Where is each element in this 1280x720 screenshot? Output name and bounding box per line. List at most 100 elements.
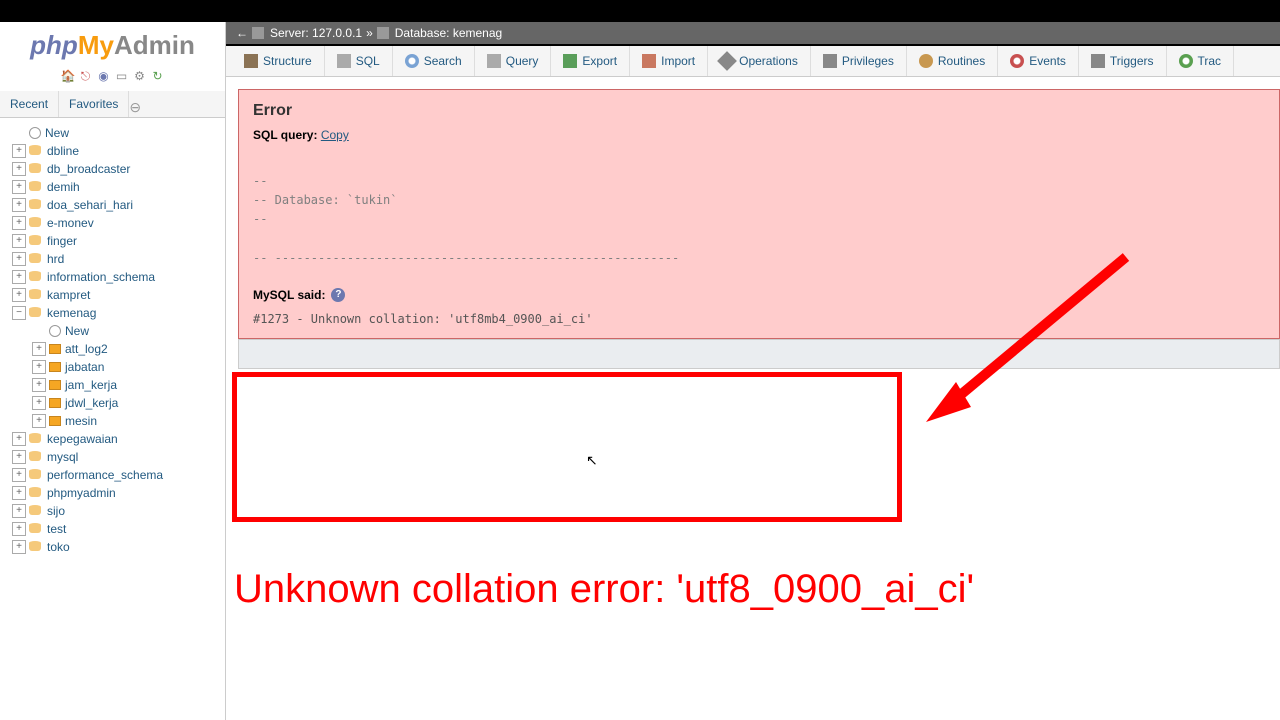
expand-icon[interactable]: + (12, 252, 26, 266)
new-table-icon (49, 325, 61, 337)
expand-icon[interactable]: + (12, 486, 26, 500)
expand-icon[interactable]: + (12, 450, 26, 464)
expand-icon[interactable]: + (32, 360, 46, 374)
tab-tracking[interactable]: Trac (1167, 46, 1235, 76)
table-icon (49, 344, 61, 354)
breadcrumb-server[interactable]: Server: 127.0.0.1 (270, 26, 362, 40)
table-icon (49, 398, 61, 408)
settings-gear-icon[interactable]: ⚙ (133, 69, 147, 83)
breadcrumb: ← Server: 127.0.0.1 » Database: kemenag (226, 22, 1280, 46)
privileges-icon (823, 54, 837, 68)
tree-db-item[interactable]: +dbline (4, 142, 221, 160)
database-icon (29, 217, 43, 229)
tree-db-item[interactable]: +kampret (4, 286, 221, 304)
tab-operations[interactable]: Operations (708, 46, 811, 76)
tree-db-item[interactable]: +performance_schema (4, 466, 221, 484)
tree-new[interactable]: New (4, 124, 221, 142)
new-db-icon (29, 127, 41, 139)
expand-icon[interactable]: + (12, 522, 26, 536)
tree-table-label: jam_kerja (65, 378, 117, 392)
tree-db-item[interactable]: +kepegawaian (4, 430, 221, 448)
tab-triggers[interactable]: Triggers (1079, 46, 1167, 76)
database-icon (29, 307, 43, 319)
content-area: Error SQL query: Copy -- -- Database: `t… (226, 77, 1280, 381)
export-icon (563, 54, 577, 68)
tree-db-item[interactable]: +doa_sehari_hari (4, 196, 221, 214)
tree-db-item[interactable]: +hrd (4, 250, 221, 268)
sql-window-icon[interactable]: ▭ (115, 69, 129, 83)
expand-icon[interactable]: + (32, 396, 46, 410)
tree-db-item[interactable]: +phpmyadmin (4, 484, 221, 502)
tab-export[interactable]: Export (551, 46, 630, 76)
tab-events[interactable]: Events (998, 46, 1079, 76)
expand-icon[interactable]: + (32, 342, 46, 356)
tree-table-item[interactable]: +mesin (4, 412, 221, 430)
expand-icon[interactable]: + (12, 216, 26, 230)
breadcrumb-back-icon[interactable]: ← (236, 26, 248, 40)
tree-db-label: information_schema (47, 270, 155, 284)
sidebar-nav-tabs: Recent Favorites ⊖ (0, 91, 225, 118)
table-icon (49, 416, 61, 426)
tab-sql[interactable]: SQL (325, 46, 393, 76)
tree-table-item[interactable]: + jdwl_kerja (4, 394, 221, 412)
expand-icon[interactable]: + (12, 198, 26, 212)
expand-icon[interactable]: + (12, 234, 26, 248)
logo[interactable]: phpMyAdmin (0, 22, 225, 65)
expand-icon[interactable]: + (12, 270, 26, 284)
collapse-icon[interactable]: − (12, 306, 26, 320)
database-icon (29, 235, 43, 247)
tree-db-item[interactable]: + finger (4, 232, 221, 250)
tree-table-label: jdwl_kerja (65, 396, 118, 410)
tab-recent[interactable]: Recent (0, 91, 59, 117)
database-icon (29, 469, 43, 481)
expand-icon[interactable]: + (12, 504, 26, 518)
logo-php: php (30, 30, 78, 60)
collapse-icon[interactable]: ⊖ (129, 99, 141, 117)
tree-db-item[interactable]: +demih (4, 178, 221, 196)
expand-icon[interactable]: + (32, 414, 46, 428)
home-icon[interactable]: 🏠 (61, 69, 75, 83)
help-icon[interactable]: ? (331, 288, 345, 302)
help-round-icon[interactable]: ◉ (97, 69, 111, 83)
tab-privileges[interactable]: Privileges (811, 46, 907, 76)
logo-admin: Admin (114, 30, 195, 60)
expand-icon[interactable]: + (12, 540, 26, 554)
expand-icon[interactable]: + (12, 162, 26, 176)
tree-db-item[interactable]: +mysql (4, 448, 221, 466)
expand-icon[interactable]: + (12, 288, 26, 302)
sql-code: -- -- Database: `tukin` -- -- ----------… (253, 172, 1265, 268)
tree-db-item[interactable]: + information_schema (4, 268, 221, 286)
breadcrumb-database[interactable]: Database: kemenag (395, 26, 502, 40)
annotation-highlight-box (232, 372, 902, 522)
tree-db-label: finger (47, 234, 77, 248)
operations-icon (717, 51, 737, 71)
error-box: Error SQL query: Copy -- -- Database: `t… (238, 89, 1280, 339)
copy-link[interactable]: Copy (321, 128, 349, 142)
tab-favorites[interactable]: Favorites (59, 91, 129, 117)
expand-icon[interactable]: + (32, 378, 46, 392)
tab-structure[interactable]: Structure (232, 46, 325, 76)
tab-search[interactable]: Search (393, 46, 475, 76)
tab-routines[interactable]: Routines (907, 46, 998, 76)
tree-table-new[interactable]: New (4, 322, 221, 340)
tree-db-item[interactable]: +e-monev (4, 214, 221, 232)
tree-table-item[interactable]: + jam_kerja (4, 376, 221, 394)
tree-table-item[interactable]: +att_log2 (4, 340, 221, 358)
tree-db-kemenag[interactable]: −kemenag (4, 304, 221, 322)
tree-db-item[interactable]: +db_broadcaster (4, 160, 221, 178)
exit-icon[interactable]: ⎋ (79, 69, 93, 83)
tab-import[interactable]: Import (630, 46, 708, 76)
expand-icon[interactable]: + (12, 180, 26, 194)
tree-db-label: test (47, 522, 66, 536)
tree-db-item[interactable]: +sijo (4, 502, 221, 520)
tree-db-item[interactable]: + test (4, 520, 221, 538)
expand-icon[interactable]: + (12, 432, 26, 446)
reload-icon[interactable]: ↻ (151, 69, 165, 83)
expand-icon[interactable]: + (12, 144, 26, 158)
expand-icon[interactable]: + (12, 468, 26, 482)
db-tree: New +dbline+db_broadcaster+demih+doa_seh… (0, 118, 225, 562)
tree-table-item[interactable]: +jabatan (4, 358, 221, 376)
tree-db-item[interactable]: +toko (4, 538, 221, 556)
breadcrumb-separator: » (366, 26, 373, 40)
tab-query[interactable]: Query (475, 46, 552, 76)
